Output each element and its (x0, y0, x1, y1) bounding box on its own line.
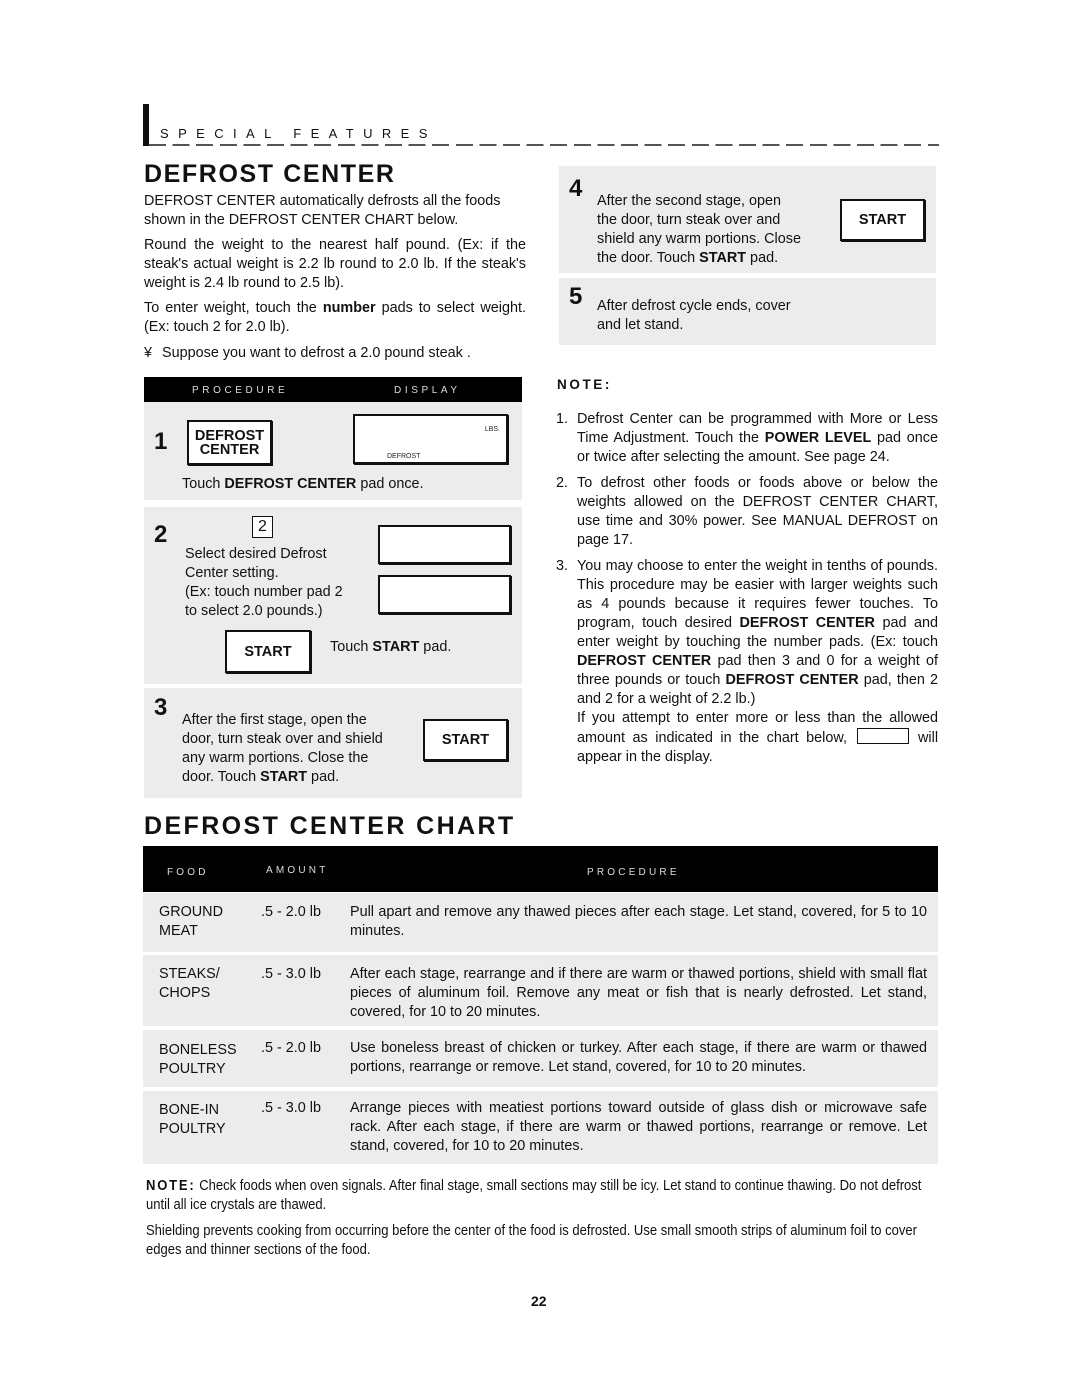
step-2: 2 2 Select desired Defrost Center settin… (144, 507, 522, 684)
step-4: 4 After the second stage, open the door,… (559, 166, 936, 273)
step-4-text: After the second stage, open the door, t… (597, 193, 801, 266)
number-pad-2[interactable]: 2 (252, 516, 273, 538)
chart-food: BONE-IN POULTRY (159, 1102, 226, 1137)
chart-procedure: Arrange pieces with meatiest portions to… (350, 1100, 927, 1154)
note-heading: NOTE: (557, 377, 612, 392)
chart-amount: .5 - 3.0 lb (261, 1100, 321, 1116)
footer-note: NOTE: Check foods when oven signals. Aft… (146, 1178, 922, 1213)
chart-amount: .5 - 3.0 lb (261, 966, 321, 982)
chart-procedure: Pull apart and remove any thawed pieces … (350, 904, 927, 939)
step-5: 5 After defrost cycle ends, cover and le… (559, 278, 936, 345)
step-1-instruction: Touch DEFROST CENTER pad once. (182, 476, 424, 492)
note-item: 3. You may choose to enter the weight in … (556, 558, 939, 765)
section-label: SPECIAL FEATURES (160, 126, 437, 141)
chart-amount: .5 - 2.0 lb (261, 1040, 321, 1056)
step-number: 3 (154, 694, 168, 721)
chart-food: STEAKS/CHOPS (159, 966, 220, 1001)
rounding-paragraph: Round the weight to the nearest half pou… (144, 237, 526, 291)
enter-weight-paragraph: To enter weight, touch the number pads t… (144, 300, 526, 335)
display-panel-top (378, 525, 511, 564)
chart-row: BONELESS POULTRY .5 - 2.0 lb Use boneless… (143, 1030, 938, 1087)
step-1: 1 DEFROST CENTER LBS. DEFROST Touch DEFR… (144, 402, 522, 500)
intro-paragraph: DEFROST CENTER automatically defrosts al… (144, 193, 501, 228)
chart-column-food: FOOD (167, 867, 209, 878)
section-dashed-rule (149, 144, 939, 146)
note-list: 1. Defrost Center can be programmed with … (556, 410, 938, 774)
chart-procedure: After each stage, rearrange and if there… (350, 966, 927, 1020)
chart-row: GROUND MEAT .5 - 2.0 lb Pull apart and re… (143, 893, 938, 952)
chart-title: DEFROST CENTER CHART (144, 812, 516, 840)
chart-row: STEAKS/CHOPS .5 - 3.0 lb After each stag… (143, 955, 938, 1026)
step-number: 5 (569, 283, 583, 310)
chart-amount: .5 - 2.0 lb (261, 904, 321, 920)
display-panel-bottom (378, 575, 511, 614)
start-button[interactable]: START (840, 199, 925, 241)
blank-display-icon (856, 728, 909, 744)
column-display: DISPLAY (394, 385, 461, 396)
step-2-instruction: Touch START pad. (330, 639, 452, 655)
column-procedure: PROCEDURE (192, 385, 289, 396)
chart-column-procedure: PROCEDURE (587, 867, 680, 878)
display-panel: LBS. DEFROST (353, 414, 508, 464)
step-number: 2 (154, 521, 168, 548)
step-2-text: Select desired Defrost Center setting. (… (185, 546, 343, 619)
section-marker-bar (143, 104, 149, 146)
chart-header-row: FOOD AMOUNT PROCEDURE (143, 846, 938, 892)
step-3: 3 After the first stage, open the door, … (144, 688, 522, 798)
display-lbs-indicator: LBS. (484, 426, 500, 433)
start-button[interactable]: START (423, 719, 508, 761)
bullet-icon: ¥ (144, 345, 153, 361)
step-number: 4 (569, 175, 583, 202)
suppose-paragraph: ¥ Suppose you want to defrost a 2.0 pound… (144, 345, 471, 361)
chart-procedure: Use boneless breast of chicken or turkey… (350, 1040, 927, 1075)
chart-food: BONELESS POULTRY (159, 1042, 237, 1077)
note-item: 2. To defrost other foods or foods above … (556, 475, 938, 548)
note-item: 1. Defrost Center can be programmed with … (556, 411, 938, 465)
page-number: 22 (531, 1293, 547, 1309)
chart-column-amount: AMOUNT (266, 865, 329, 876)
step-5-text: After defrost cycle ends, cover and let … (597, 298, 791, 333)
chart-row: BONE-IN POULTRY .5 - 3.0 lb Arrange piece… (143, 1091, 938, 1164)
step-3-text: After the first stage, open the door, tu… (182, 712, 383, 785)
step-number: 1 (154, 428, 168, 455)
shielding-paragraph: Shielding prevents cooking from occurrin… (146, 1223, 917, 1258)
start-button[interactable]: START (225, 630, 311, 673)
procedure-table-header: PROCEDURE DISPLAY (144, 377, 522, 402)
chart-food: GROUND MEAT (159, 904, 223, 939)
display-defrost-indicator: DEFROST (387, 453, 421, 460)
defrost-center-pad[interactable]: DEFROST CENTER (187, 420, 272, 465)
page-title: DEFROST CENTER (144, 160, 396, 188)
